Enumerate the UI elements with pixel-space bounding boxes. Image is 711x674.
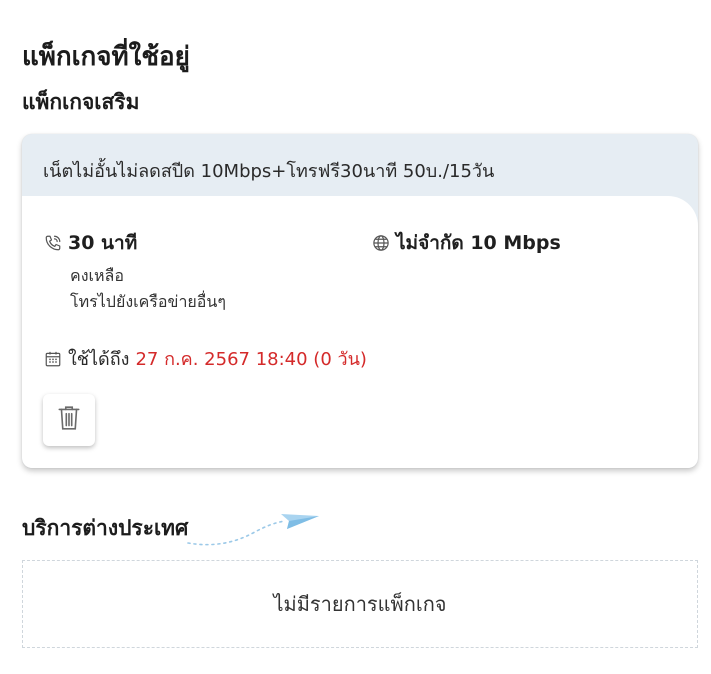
data-benefit-title: ไม่จำกัด 10 Mbps	[396, 232, 561, 254]
expiry-row: ใช้ได้ถึง 27 ก.ค. 2567 18:40 (0 วัน)	[44, 344, 367, 373]
paper-plane-icon	[183, 505, 323, 551]
package-name: เน็ตไม่อั้นไม่ลดสปีด 10Mbps+โทรฟรี30นาที…	[43, 161, 495, 182]
package-details: 30 นาที คงเหลือ โทรไปยังเครือข่ายอื่นๆ ไ…	[22, 196, 698, 468]
phone-icon	[44, 234, 62, 252]
empty-state-text: ไม่มีรายการแพ็กเกจ	[273, 592, 447, 616]
addon-section-title: แพ็กเกจเสริม	[22, 90, 140, 114]
globe-icon	[372, 234, 390, 252]
international-empty-state: ไม่มีรายการแพ็กเกจ	[22, 560, 698, 648]
page-title: แพ็กเกจที่ใช้อยู่	[22, 42, 190, 72]
voice-remaining-label: คงเหลือ	[70, 266, 124, 285]
package-card: เน็ตไม่อั้นไม่ลดสปีด 10Mbps+โทรฟรี30นาที…	[22, 134, 698, 468]
delete-package-button[interactable]	[43, 394, 95, 446]
voice-network-note: โทรไปยังเครือข่ายอื่นๆ	[70, 292, 226, 311]
trash-icon	[56, 404, 82, 436]
expiry-date: 27 ก.ค. 2567 18:40 (0 วัน)	[135, 349, 367, 370]
calendar-icon	[44, 350, 62, 368]
data-benefit: ไม่จำกัด 10 Mbps	[372, 228, 561, 258]
expiry-label: ใช้ได้ถึง	[68, 349, 130, 370]
voice-benefit: 30 นาที	[44, 228, 137, 258]
international-section-title: บริการต่างประเทศ	[22, 516, 189, 540]
voice-benefit-title: 30 นาที	[68, 232, 138, 254]
